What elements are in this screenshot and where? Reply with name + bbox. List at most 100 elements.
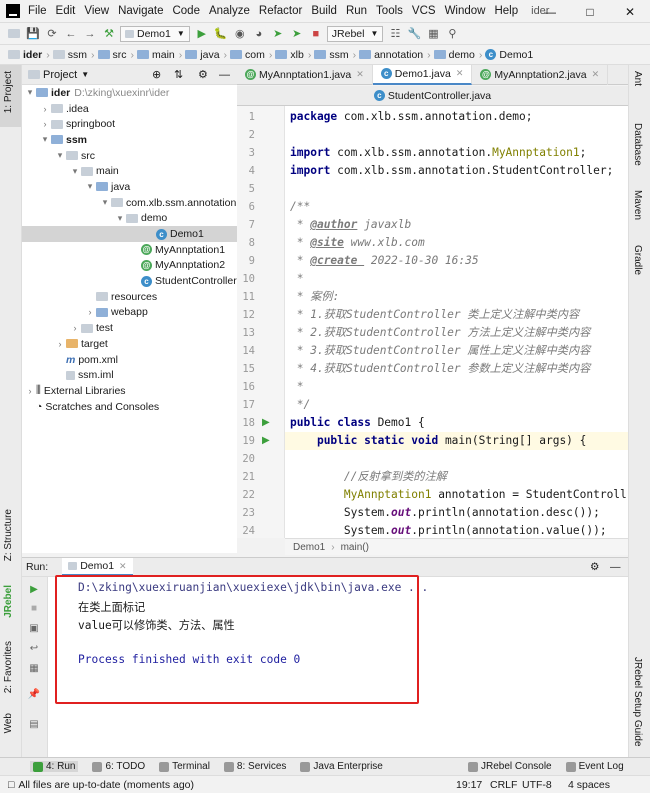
tree-item[interactable]: › .idea — [22, 101, 237, 117]
expand-arrow-icon[interactable]: › — [54, 339, 66, 349]
menu-run[interactable]: Run — [346, 5, 367, 17]
back-icon[interactable]: ← — [63, 26, 79, 42]
expand-arrow-icon[interactable]: › — [39, 104, 51, 114]
ant-tool-tab[interactable]: Ant — [632, 71, 643, 86]
tree-item[interactable]: ▾ ssm — [22, 132, 237, 148]
bottom-tool-tab[interactable]: Event Log — [565, 761, 624, 772]
pin-icon[interactable]: 📌 — [27, 687, 41, 701]
editor-tab[interactable]: c Demo1.java ✕ — [372, 64, 473, 85]
search-everywhere-icon[interactable]: ⚲ — [444, 26, 460, 42]
tree-item[interactable]: ▾ com.xlb.ssm.annotation — [22, 195, 237, 211]
breadcrumb-item[interactable]: ssm › — [52, 49, 95, 61]
caret-position[interactable]: 19:17 — [456, 779, 482, 791]
breadcrumb-item[interactable]: c Demo1 — [485, 49, 533, 61]
expand-arrow-icon[interactable]: ▾ — [99, 197, 111, 208]
tree-item[interactable]: ◔ Scratches and Consoles — [22, 399, 237, 415]
tree-item[interactable]: c Demo1 — [22, 226, 237, 242]
jrebel-run-icon[interactable]: ➤ — [270, 26, 286, 42]
tree-item[interactable]: resources — [22, 289, 237, 305]
camera-icon[interactable]: ▣ — [27, 621, 41, 635]
run-gutter-icon[interactable]: ▶ — [262, 432, 270, 450]
run-tab-demo1[interactable]: Demo1 ✕ — [62, 558, 133, 576]
breadcrumb-item[interactable]: xlb › — [275, 49, 311, 61]
menu-navigate[interactable]: Navigate — [118, 5, 163, 17]
tree-item[interactable]: › springboot — [22, 116, 237, 132]
editor-breadcrumb-method[interactable]: main() — [341, 542, 369, 553]
menu-file[interactable]: File — [28, 5, 47, 17]
expand-arrow-icon[interactable]: ▾ — [114, 213, 126, 224]
expand-arrow-icon[interactable]: ▾ — [69, 166, 81, 177]
gear-icon[interactable]: ⚙ — [590, 561, 599, 573]
maven-tool-tab[interactable]: Maven — [632, 190, 643, 220]
tab-student-controller[interactable]: c StudentController.java — [366, 86, 499, 106]
expand-arrow-icon[interactable]: ▾ — [54, 150, 66, 161]
tree-item[interactable]: ▾ java — [22, 179, 237, 195]
menu-code[interactable]: Code — [172, 5, 200, 17]
run-icon[interactable]: ▶ — [194, 26, 210, 42]
tree-item[interactable]: › ⫼ External Libraries — [22, 383, 237, 399]
menu-build[interactable]: Build — [311, 5, 337, 17]
menu-window[interactable]: Window — [445, 5, 486, 17]
close-icon[interactable]: ✕ — [356, 69, 364, 80]
structure-tool-tab[interactable]: Z: Structure — [3, 509, 14, 561]
gear-icon[interactable]: ⚙ — [198, 68, 208, 81]
restore-layout-icon[interactable]: ▦ — [27, 661, 41, 675]
tree-item[interactable]: › webapp — [22, 305, 237, 321]
tree-item[interactable]: › target — [22, 336, 237, 352]
locate-icon[interactable]: ⊕ — [152, 68, 161, 81]
breadcrumb-item[interactable]: com › — [230, 49, 272, 61]
tree-item[interactable]: ▾ ider D:\zking\xuexinr\ider — [22, 85, 237, 101]
debug-icon[interactable]: 🐛 — [213, 26, 229, 42]
stop-icon[interactable]: ■ — [27, 601, 41, 615]
jrebel-tool-tab[interactable]: JRebel — [3, 585, 14, 618]
layout-icon[interactable]: ▤ — [27, 717, 41, 731]
sync-icon[interactable]: ⟳ — [44, 26, 60, 42]
hide-panel-icon[interactable]: — — [610, 561, 621, 573]
bottom-tool-tab[interactable]: 4: Run — [30, 761, 79, 772]
expand-arrow-icon[interactable]: ▾ — [24, 87, 36, 98]
open-folder-icon[interactable] — [6, 26, 22, 42]
maximize-button[interactable]: □ — [570, 0, 610, 23]
menu-vcs[interactable]: VCS — [412, 5, 436, 17]
tree-item[interactable]: ▾ src — [22, 148, 237, 164]
editor-breadcrumb-class[interactable]: Demo1 — [293, 542, 325, 553]
expand-arrow-icon[interactable]: ▾ — [84, 181, 96, 192]
menu-analyze[interactable]: Analyze — [209, 5, 250, 17]
menu-help[interactable]: Help — [494, 5, 518, 17]
close-icon[interactable]: ✕ — [456, 68, 464, 79]
bottom-tool-tab[interactable]: 6: TODO — [92, 761, 145, 772]
jrebel-debug-icon[interactable]: ➤ — [289, 26, 305, 42]
breadcrumb-item[interactable]: src › — [97, 49, 134, 61]
profile-icon[interactable]: ◕ — [251, 26, 267, 42]
tree-item[interactable]: @ MyAnnptation2 — [22, 258, 237, 274]
tree-item[interactable]: ▾ demo — [22, 211, 237, 227]
stop-icon[interactable]: ■ — [308, 26, 324, 42]
indent-setting[interactable]: 4 spaces — [568, 779, 610, 791]
bottom-tool-tab[interactable]: Java Enterprise — [300, 761, 383, 772]
tree-item[interactable]: m pom.xml — [22, 352, 237, 368]
forward-icon[interactable]: → — [82, 26, 98, 42]
vcs-update-icon[interactable]: ☷ — [387, 26, 403, 42]
run-config-select[interactable]: Demo1 ▼ — [120, 25, 190, 42]
expand-arrow-icon[interactable]: ▾ — [39, 134, 51, 145]
rerun-icon[interactable]: ▶ — [27, 582, 41, 596]
exit-icon[interactable]: ↩ — [27, 641, 41, 655]
breadcrumb-item[interactable]: main › — [137, 49, 182, 61]
breadcrumb-item[interactable]: annotation › — [359, 49, 431, 61]
tree-item[interactable]: ▾ main — [22, 163, 237, 179]
bottom-tool-tab[interactable]: 8: Services — [223, 761, 286, 772]
close-icon[interactable]: ✕ — [592, 69, 600, 80]
chevron-down-icon[interactable]: ▼ — [81, 70, 89, 79]
editor-tab[interactable]: @ MyAnnptation2.java ✕ — [472, 64, 609, 85]
run-gutter-icon[interactable]: ▶ — [262, 414, 270, 432]
expand-arrow-icon[interactable]: › — [39, 119, 51, 129]
breadcrumb-item[interactable]: java › — [185, 49, 227, 61]
code-editor[interactable]: package com.xlb.ssm.annotation.demo; impo… — [285, 106, 628, 538]
coverage-icon[interactable]: ◉ — [232, 26, 248, 42]
minimize-button[interactable]: — — [530, 0, 570, 23]
editor-tab[interactable]: @ MyAnnptation1.java ✕ — [237, 64, 373, 85]
tree-item[interactable]: ssm.iml — [22, 367, 237, 383]
menu-tools[interactable]: Tools — [376, 5, 403, 17]
tree-item[interactable]: › test — [22, 320, 237, 336]
project-tool-tab[interactable]: 1: Project — [3, 71, 14, 113]
